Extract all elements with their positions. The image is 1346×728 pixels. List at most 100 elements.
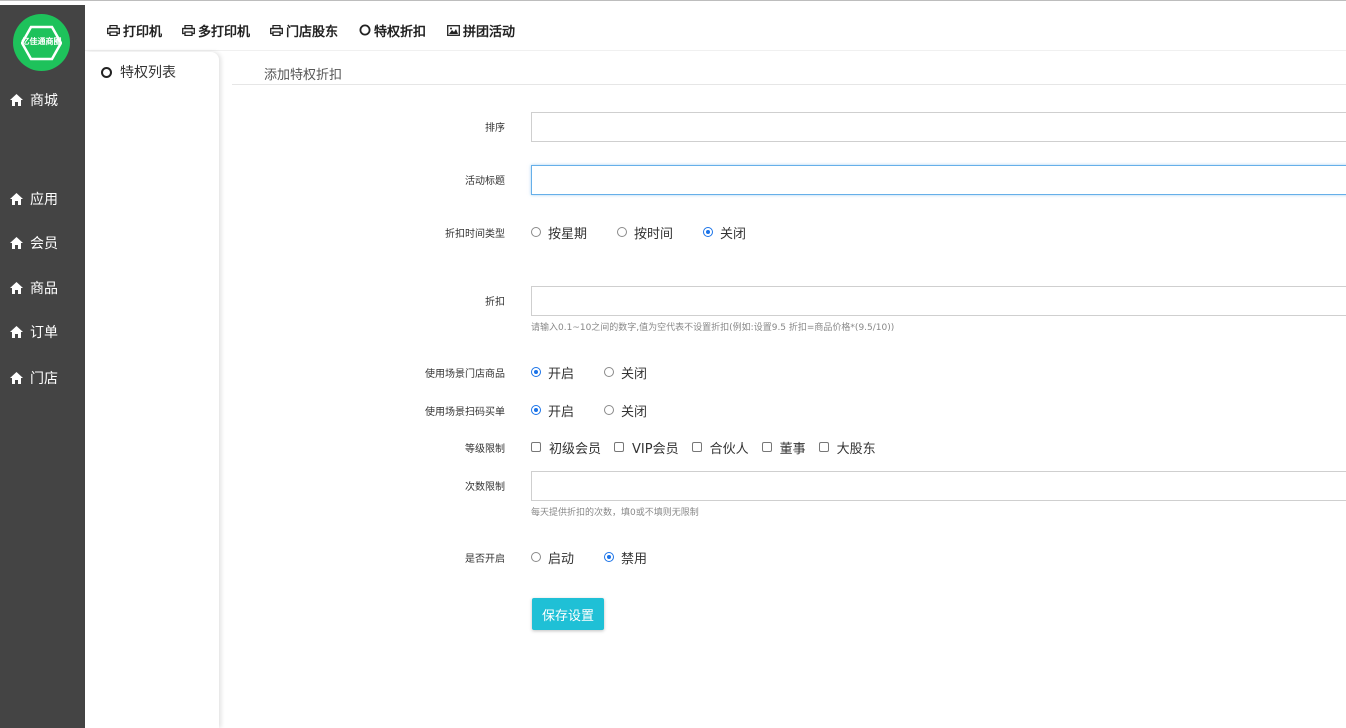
radio-off[interactable]: 关闭: [703, 223, 746, 242]
radio-icon: [617, 227, 628, 237]
count-limit-input[interactable]: [531, 471, 1346, 501]
image-icon: [447, 24, 460, 36]
printer-icon: [270, 24, 283, 36]
sidebar-item-products[interactable]: 商品: [10, 278, 58, 298]
enabled-label: 是否开启: [465, 554, 505, 565]
scene-store-label: 使用场景门店商品: [425, 369, 505, 380]
option-label: 合伙人: [709, 441, 749, 457]
home-icon: [10, 237, 23, 249]
sidebar-item-apps[interactable]: 应用: [10, 189, 58, 209]
option-label: 初级会员: [549, 441, 602, 457]
topnav-label: 门店股东: [286, 24, 339, 40]
count-limit-help: 每天提供折扣的次数，填0或不填则无限制: [531, 508, 699, 518]
checkbox-icon: [761, 442, 772, 452]
radio-scene-scan-off[interactable]: 关闭: [604, 401, 647, 420]
radio-enable[interactable]: 启动: [531, 548, 574, 567]
radio-scene-store-on[interactable]: 开启: [531, 363, 574, 382]
scene-scan-label: 使用场景扫码买单: [425, 407, 505, 418]
sort-input[interactable]: [531, 112, 1346, 142]
sidebar-item-members[interactable]: 会员: [10, 233, 58, 253]
option-label: 开启: [548, 404, 575, 420]
tab-add-privilege-discount[interactable]: 添加特权折扣: [264, 64, 342, 83]
subnav-label: 特权列表: [120, 65, 176, 81]
home-icon: [10, 372, 23, 384]
home-icon: [10, 282, 23, 294]
radio-icon: [604, 405, 615, 415]
tab-bar: 添加特权折扣: [232, 60, 1346, 85]
logo-text: 亿佳通商圈: [21, 37, 62, 46]
radio-icon: [531, 227, 541, 237]
level-limit-group: 初级会员 VIP会员 合伙人 董事 大股东: [531, 438, 876, 457]
sidebar-item-label: 应用: [30, 192, 58, 208]
save-settings-button[interactable]: 保存设置: [532, 598, 604, 630]
radio-by-week[interactable]: 按星期: [531, 223, 587, 242]
checkbox-icon: [691, 442, 702, 452]
radio-scene-store-off[interactable]: 关闭: [604, 363, 647, 382]
count-limit-label: 次数限制: [465, 482, 505, 493]
sidebar-item-label: 订单: [30, 325, 58, 341]
radio-scene-scan-on[interactable]: 开启: [531, 401, 574, 420]
option-label: 禁用: [621, 551, 648, 567]
option-label: 关闭: [621, 366, 648, 382]
circle-icon: [101, 66, 112, 78]
circle-icon: [359, 24, 371, 36]
sidebar-item-orders[interactable]: 订单: [10, 322, 58, 342]
option-label: 关闭: [720, 226, 747, 242]
checkbox-icon: [818, 442, 829, 452]
topnav-store-shareholders[interactable]: 门店股东: [270, 21, 339, 40]
radio-selected-icon: [703, 227, 714, 237]
radio-icon: [604, 367, 615, 377]
home-icon: [10, 94, 23, 106]
scene-scan-group: 开启 关闭: [531, 401, 647, 420]
radio-selected-icon: [531, 367, 541, 377]
checkbox-partner[interactable]: 合伙人: [691, 438, 749, 457]
top-nav: 打印机 多打印机 门店股东 特权折扣 拼团活动: [85, 5, 1346, 51]
radio-selected-icon: [604, 552, 615, 562]
topnav-label: 拼团活动: [463, 24, 516, 40]
sort-label: 排序: [485, 123, 505, 134]
main-sidebar: 亿佳通商圈 商城 应用 会员 商品 订单 门店: [0, 5, 85, 728]
option-label: 按时间: [634, 226, 674, 242]
level-limit-label: 等级限制: [465, 444, 505, 455]
option-label: 大股东: [836, 441, 876, 457]
topnav-multi-printer[interactable]: 多打印机: [182, 21, 251, 40]
option-label: VIP会员: [632, 441, 679, 457]
sub-sidebar: 特权列表: [85, 52, 219, 728]
option-label: 董事: [779, 441, 806, 457]
radio-disable[interactable]: 禁用: [604, 548, 647, 567]
topnav-printer[interactable]: 打印机: [107, 21, 163, 40]
app-logo[interactable]: 亿佳通商圈: [13, 14, 70, 71]
subnav-privilege-list[interactable]: 特权列表: [101, 62, 176, 82]
sidebar-item-label: 商城: [30, 93, 58, 109]
sidebar-item-stores[interactable]: 门店: [10, 368, 58, 388]
checkbox-director[interactable]: 董事: [761, 438, 806, 457]
sidebar-item-label: 商品: [30, 281, 58, 297]
option-label: 按星期: [548, 226, 588, 242]
discount-label: 折扣: [485, 297, 505, 308]
sidebar-item-label: 会员: [30, 236, 58, 252]
radio-icon: [531, 552, 541, 562]
checkbox-junior-member[interactable]: 初级会员: [531, 438, 601, 457]
radio-selected-icon: [531, 405, 541, 415]
option-label: 关闭: [621, 404, 648, 420]
enabled-group: 启动 禁用: [531, 548, 647, 567]
topnav-label: 打印机: [123, 24, 163, 40]
printer-icon: [107, 24, 120, 36]
option-label: 启动: [548, 551, 575, 567]
sidebar-item-mall[interactable]: 商城: [10, 90, 58, 110]
scene-store-group: 开启 关闭: [531, 363, 647, 382]
activity-title-label: 活动标题: [465, 176, 505, 187]
radio-by-time[interactable]: 按时间: [617, 223, 673, 242]
topnav-privilege-discount[interactable]: 特权折扣: [359, 21, 427, 40]
activity-title-input[interactable]: [531, 165, 1346, 195]
topnav-label: 多打印机: [198, 24, 251, 40]
discount-input[interactable]: [531, 286, 1346, 316]
checkbox-vip-member[interactable]: VIP会员: [614, 438, 679, 457]
home-icon: [10, 326, 23, 338]
discount-time-type-group: 按星期 按时间 关闭: [531, 223, 746, 242]
printer-icon: [182, 24, 195, 36]
discount-help: 请输入0.1~10之间的数字,值为空代表不设置折扣(例如:设置9.5 折扣=商品…: [531, 323, 895, 333]
topnav-group-buy[interactable]: 拼团活动: [447, 21, 516, 40]
checkbox-major-shareholder[interactable]: 大股东: [818, 438, 876, 457]
topnav-label: 特权折扣: [374, 24, 427, 40]
